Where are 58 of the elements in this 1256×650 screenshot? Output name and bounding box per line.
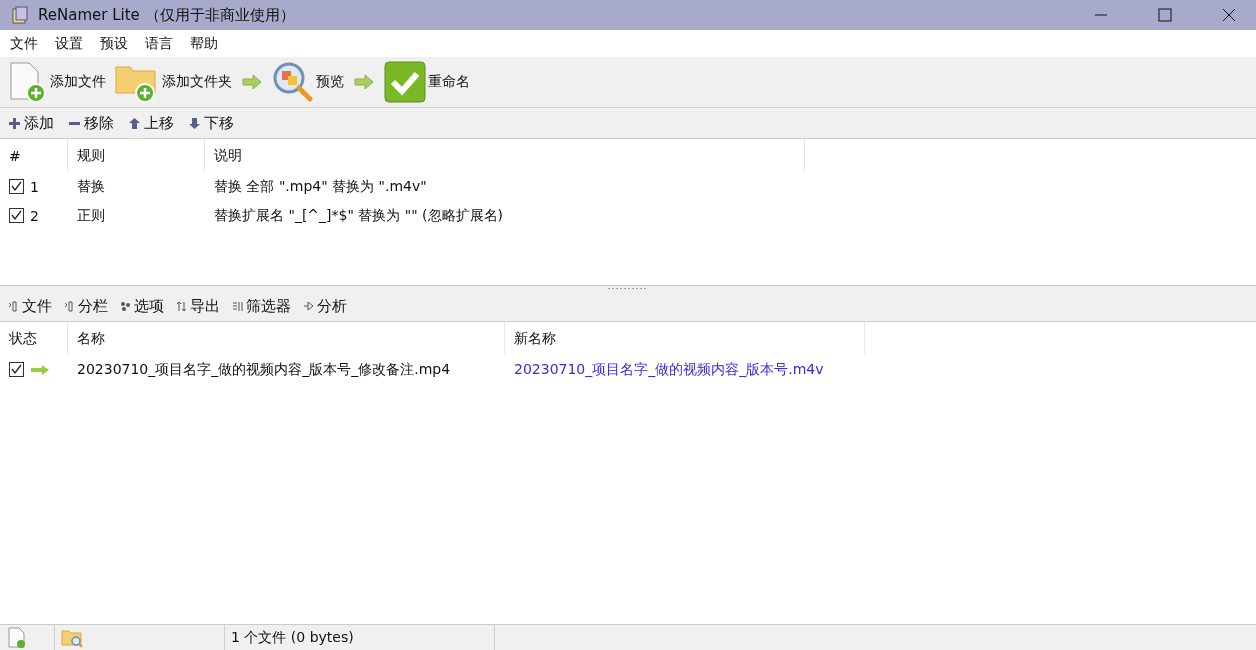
menu-item[interactable]: 语言 (145, 34, 173, 53)
status-text: 1 个文件 (0 bytes) (225, 625, 495, 650)
column-header[interactable]: 新名称 (505, 322, 865, 355)
menu-item[interactable]: 预设 (100, 34, 128, 53)
file-action-button[interactable]: 文件 (6, 296, 54, 316)
table-cell-text: 20230710_项目名字_做的视频内容_版本号.m4v (513, 359, 825, 379)
splitter-grip-icon[interactable] (608, 287, 648, 290)
file-action-button[interactable]: 分栏 (62, 296, 110, 316)
file-action-button[interactable]: 筛选器 (230, 296, 293, 316)
checkbox[interactable] (9, 208, 24, 223)
table-cell-text: 替换 (76, 176, 106, 196)
rule-action-button[interactable]: 上移 (126, 113, 176, 133)
toolbar-button[interactable]: 添加文件夹 (112, 59, 234, 105)
rule-action-button[interactable]: 移除 (66, 113, 116, 133)
menu-item[interactable]: 文件 (10, 34, 38, 53)
app-icon (10, 5, 30, 25)
magnifier-icon (272, 61, 314, 103)
analyze-icon (303, 300, 314, 312)
maximize-icon[interactable] (1158, 8, 1172, 22)
plus-icon (8, 116, 21, 130)
table-cell-text: 正则 (76, 205, 106, 225)
rule-action-button[interactable]: 下移 (186, 113, 236, 133)
filter-icon (232, 300, 243, 312)
export-icon (176, 300, 187, 312)
table-cell-text: 替换扩展名 "_[^_]*$" 替换为 "" (忽略扩展名) (213, 205, 505, 225)
add-file-icon[interactable] (6, 626, 28, 649)
column-header[interactable]: 名称 (68, 322, 505, 355)
column-header[interactable]: # (0, 139, 68, 172)
file-action-button[interactable]: 选项 (118, 296, 166, 316)
checkbox[interactable] (9, 179, 24, 194)
file-action-button[interactable]: 分析 (301, 296, 349, 316)
toolbar-button[interactable]: 预览 (270, 59, 346, 105)
file-action-button[interactable]: 导出 (174, 296, 222, 316)
checkbox[interactable] (9, 362, 24, 377)
table-cell-text: 替换 全部 ".mp4" 替换为 ".m4v" (213, 176, 428, 196)
columns-icon (8, 300, 19, 312)
close-icon[interactable] (1222, 8, 1236, 22)
rule-action-button[interactable]: 添加 (6, 113, 56, 133)
column-header[interactable]: 说明 (205, 139, 805, 172)
column-header[interactable]: 规则 (68, 139, 205, 172)
arrow-up-icon (128, 116, 141, 130)
arrow-right-icon (242, 74, 262, 90)
arrow-right-icon (354, 74, 374, 90)
column-header[interactable]: 状态 (0, 322, 68, 355)
options-icon (120, 300, 131, 312)
rule-number: 2 (30, 207, 39, 224)
window-title: ReNamer Lite （仅用于非商业使用） (38, 5, 295, 25)
table-cell-text: 20230710_项目名字_做的视频内容_版本号_修改备注.mp4 (76, 359, 452, 379)
check-icon (384, 61, 426, 103)
add-file-icon (8, 61, 48, 103)
toolbar-button[interactable]: 添加文件 (6, 59, 108, 105)
menu-item[interactable]: 帮助 (190, 34, 218, 53)
toolbar-button[interactable]: 重命名 (382, 59, 472, 105)
arrow-down-icon (188, 116, 201, 130)
menu-item[interactable]: 设置 (55, 34, 83, 53)
rule-number: 1 (30, 178, 39, 195)
arrow-right-icon (30, 363, 50, 376)
columns-icon (64, 300, 75, 312)
